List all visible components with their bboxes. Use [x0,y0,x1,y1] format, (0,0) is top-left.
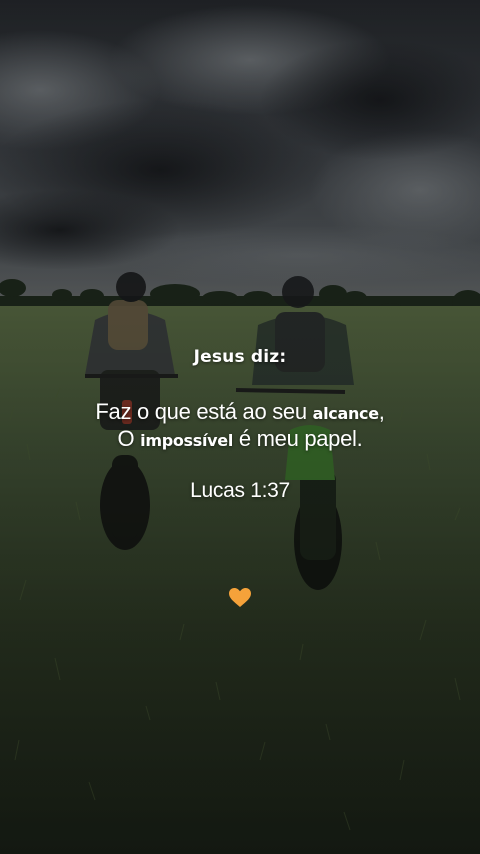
story-frame: Jesus diz: Faz o que está ao seu alcance… [0,0,480,854]
orange-heart-icon [229,588,251,607]
quote-line-1: Faz o que está ao seu alcance, [0,399,480,425]
quote-keyword-alcance: alcance [312,404,380,423]
quote-keyword-impossivel: impossível [140,431,234,450]
quote-line-2-start: O [117,426,141,451]
bible-reference: Lucas 1:37 [190,479,290,502]
quote-line-2: O impossível é meu papel. [0,426,480,452]
quote-title: Jesus diz: [193,347,287,367]
quote-line-2-end: é meu papel. [233,426,363,451]
quote-line-1-end: , [378,399,385,424]
quote-line-1-start: Faz o que está ao seu [95,399,313,424]
